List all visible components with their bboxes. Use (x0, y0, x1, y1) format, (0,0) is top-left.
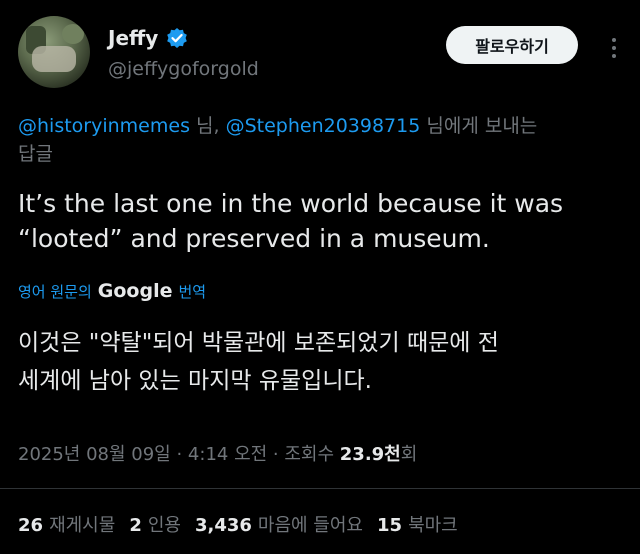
reply-context: @historyinmemes 님, @Stephen20398715 님에게 … (18, 112, 638, 168)
retweets-stat[interactable]: 26 재게시물 (18, 511, 115, 537)
quotes-label: 인용 (147, 515, 181, 536)
meta-separator: · (170, 444, 188, 465)
quotes-count: 2 (129, 515, 142, 536)
engagement-stats: 26 재게시물 2 인용 3,436 마음에 들어요 15 북마크 (18, 511, 458, 537)
avatar[interactable] (18, 16, 90, 88)
views-label: 조회수 (284, 444, 340, 465)
likes-stat[interactable]: 3,436 마음에 들어요 (195, 511, 363, 537)
translation-attribution[interactable]: 영어 원문의 Google 번역 (18, 280, 206, 302)
more-options-icon[interactable] (608, 38, 620, 62)
google-logo: Google (97, 280, 173, 302)
bookmarks-stat[interactable]: 15 북마크 (377, 511, 458, 537)
bookmarks-label: 북마크 (408, 515, 458, 536)
reply-mention-stephen[interactable]: @Stephen20398715 (226, 115, 421, 137)
likes-count: 3,436 (194, 515, 252, 536)
translated-text-line-1: 이것은 "약탈"되어 박물관에 보존되었기 때문에 전 (18, 330, 499, 356)
author-display-name[interactable]: Jeffy (108, 26, 158, 50)
quotes-stat[interactable]: 2 인용 (129, 511, 181, 537)
reply-suffix: 님에게 보내는 (420, 115, 538, 137)
reply-label: 답글 (18, 143, 53, 165)
tweet-date[interactable]: 2025년 08월 09일 (18, 444, 171, 465)
translation-action-label: 번역 (178, 282, 207, 301)
author-handle[interactable]: @jeffygoforgold (108, 58, 259, 80)
verified-badge-icon (167, 28, 188, 48)
reply-separator: 님, (189, 115, 226, 137)
divider (0, 488, 640, 489)
meta-separator: · (267, 444, 285, 465)
tweet-header: Jeffy @jeffygoforgold 팔로우하기 (18, 16, 622, 88)
tweet-time[interactable]: 4:14 오전 (188, 444, 267, 465)
translation-source-label: 영어 원문의 (18, 282, 92, 301)
author-name-row: Jeffy (108, 26, 188, 50)
reply-mention-historyinmemes[interactable]: @historyinmemes (18, 115, 190, 137)
tweet-text-line-1: It’s the last one in the world because i… (18, 189, 564, 218)
translated-text-line-2: 세계에 남아 있는 마지막 유물입니다. (18, 368, 372, 394)
follow-button[interactable]: 팔로우하기 (446, 26, 578, 64)
tweet-meta: 2025년 08월 09일 · 4:14 오전 · 조회수 23.9천회 (18, 440, 417, 466)
bookmarks-count: 15 (377, 515, 403, 536)
tweet-text: It’s the last one in the world because i… (18, 186, 628, 256)
retweets-count: 26 (18, 515, 44, 536)
tweet-text-line-2: “looted” and preserved in a museum. (18, 224, 490, 253)
views-count: 23.9천 (339, 444, 401, 465)
likes-label: 마음에 들어요 (257, 515, 363, 536)
translated-text: 이것은 "약탈"되어 박물관에 보존되었기 때문에 전 세계에 남아 있는 마지… (18, 324, 628, 400)
retweets-label: 재게시물 (49, 515, 116, 536)
views-suffix: 회 (400, 444, 418, 465)
